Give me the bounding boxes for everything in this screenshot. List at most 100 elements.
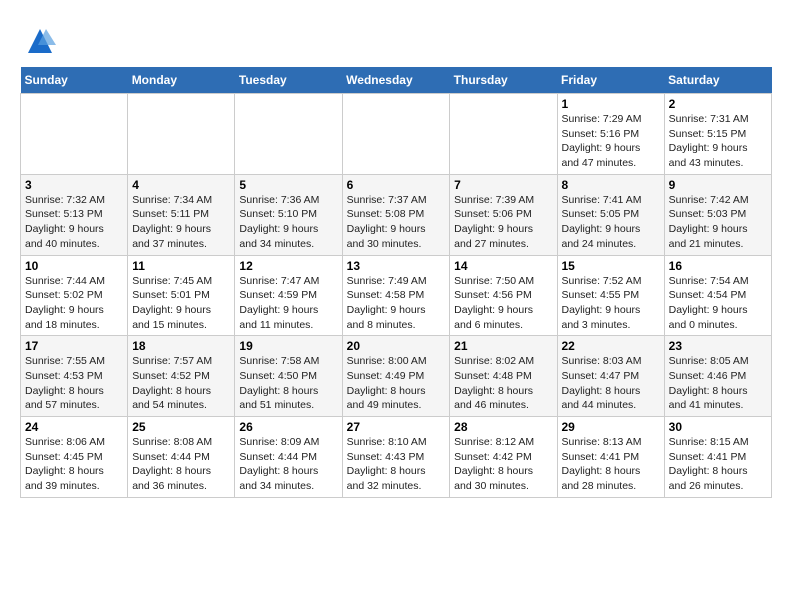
calendar-cell: 2 Sunrise: 7:31 AM Sunset: 5:15 PM Daylig…	[664, 94, 771, 175]
calendar-header-row: SundayMondayTuesdayWednesdayThursdayFrid…	[21, 67, 772, 94]
day-info: Sunrise: 8:02 AM Sunset: 4:48 PM Dayligh…	[454, 355, 534, 411]
calendar-cell: 23 Sunrise: 8:05 AM Sunset: 4:46 PM Dayli…	[664, 336, 771, 417]
weekday-header-wednesday: Wednesday	[342, 67, 450, 94]
day-number: 23	[669, 339, 767, 353]
day-number: 8	[562, 178, 660, 192]
day-number: 22	[562, 339, 660, 353]
calendar-cell	[235, 94, 342, 175]
calendar-cell: 21 Sunrise: 8:02 AM Sunset: 4:48 PM Dayli…	[450, 336, 557, 417]
weekday-header-saturday: Saturday	[664, 67, 771, 94]
day-number: 4	[132, 178, 230, 192]
day-info: Sunrise: 7:41 AM Sunset: 5:05 PM Dayligh…	[562, 194, 642, 250]
calendar-cell: 28 Sunrise: 8:12 AM Sunset: 4:42 PM Dayli…	[450, 417, 557, 498]
calendar-cell: 10Sunrise: 7:44 AM Sunset: 5:02 PM Dayli…	[21, 255, 128, 336]
day-number: 9	[669, 178, 767, 192]
calendar-cell: 18Sunrise: 7:57 AM Sunset: 4:52 PM Dayli…	[128, 336, 235, 417]
day-number: 5	[239, 178, 337, 192]
weekday-header-friday: Friday	[557, 67, 664, 94]
calendar-cell: 1 Sunrise: 7:29 AM Sunset: 5:16 PM Daylig…	[557, 94, 664, 175]
calendar-cell: 14 Sunrise: 7:50 AM Sunset: 4:56 PM Dayli…	[450, 255, 557, 336]
day-number: 28	[454, 420, 552, 434]
calendar-cell	[128, 94, 235, 175]
day-number: 20	[347, 339, 446, 353]
day-number: 19	[239, 339, 337, 353]
day-info: Sunrise: 8:00 AM Sunset: 4:49 PM Dayligh…	[347, 355, 427, 411]
weekday-header-sunday: Sunday	[21, 67, 128, 94]
calendar-cell: 22 Sunrise: 8:03 AM Sunset: 4:47 PM Dayli…	[557, 336, 664, 417]
day-info: Sunrise: 7:45 AM Sunset: 5:01 PM Dayligh…	[132, 275, 212, 331]
day-number: 26	[239, 420, 337, 434]
day-number: 18	[132, 339, 230, 353]
calendar-cell: 15 Sunrise: 7:52 AM Sunset: 4:55 PM Dayli…	[557, 255, 664, 336]
calendar-cell: 4 Sunrise: 7:34 AM Sunset: 5:11 PM Daylig…	[128, 174, 235, 255]
day-number: 11	[132, 259, 230, 273]
calendar-cell	[450, 94, 557, 175]
day-number: 17	[25, 339, 123, 353]
day-info: Sunrise: 7:37 AM Sunset: 5:08 PM Dayligh…	[347, 194, 427, 250]
calendar-cell	[342, 94, 450, 175]
day-info: Sunrise: 7:50 AM Sunset: 4:56 PM Dayligh…	[454, 275, 534, 331]
day-number: 30	[669, 420, 767, 434]
day-number: 2	[669, 97, 767, 111]
calendar-week-row: 3 Sunrise: 7:32 AM Sunset: 5:13 PM Daylig…	[21, 174, 772, 255]
day-number: 15	[562, 259, 660, 273]
logo-icon	[24, 25, 56, 57]
day-number: 12	[239, 259, 337, 273]
calendar-cell: 8 Sunrise: 7:41 AM Sunset: 5:05 PM Daylig…	[557, 174, 664, 255]
calendar-table: SundayMondayTuesdayWednesdayThursdayFrid…	[20, 67, 772, 498]
calendar-cell: 16 Sunrise: 7:54 AM Sunset: 4:54 PM Dayli…	[664, 255, 771, 336]
calendar-cell: 11 Sunrise: 7:45 AM Sunset: 5:01 PM Dayli…	[128, 255, 235, 336]
calendar-cell: 20 Sunrise: 8:00 AM Sunset: 4:49 PM Dayli…	[342, 336, 450, 417]
day-info: Sunrise: 7:55 AM Sunset: 4:53 PM Dayligh…	[25, 355, 105, 411]
calendar-cell: 27 Sunrise: 8:10 AM Sunset: 4:43 PM Dayli…	[342, 417, 450, 498]
day-info: Sunrise: 7:36 AM Sunset: 5:10 PM Dayligh…	[239, 194, 319, 250]
day-number: 10	[25, 259, 123, 273]
day-info: Sunrise: 7:34 AM Sunset: 5:11 PM Dayligh…	[132, 194, 212, 250]
day-info: Sunrise: 7:32 AM Sunset: 5:13 PM Dayligh…	[25, 194, 105, 250]
calendar-week-row: 1 Sunrise: 7:29 AM Sunset: 5:16 PM Daylig…	[21, 94, 772, 175]
weekday-header-monday: Monday	[128, 67, 235, 94]
weekday-header-tuesday: Tuesday	[235, 67, 342, 94]
calendar-week-row: 17 Sunrise: 7:55 AM Sunset: 4:53 PM Dayli…	[21, 336, 772, 417]
day-number: 13	[347, 259, 446, 273]
weekday-header-thursday: Thursday	[450, 67, 557, 94]
day-info: Sunrise: 8:06 AM Sunset: 4:45 PM Dayligh…	[25, 436, 105, 492]
day-number: 24	[25, 420, 123, 434]
day-info: Sunrise: 8:03 AM Sunset: 4:47 PM Dayligh…	[562, 355, 642, 411]
day-info: Sunrise: 8:09 AM Sunset: 4:44 PM Dayligh…	[239, 436, 319, 492]
day-number: 29	[562, 420, 660, 434]
calendar-cell: 26 Sunrise: 8:09 AM Sunset: 4:44 PM Dayli…	[235, 417, 342, 498]
calendar-cell: 25 Sunrise: 8:08 AM Sunset: 4:44 PM Dayli…	[128, 417, 235, 498]
day-info: Sunrise: 7:39 AM Sunset: 5:06 PM Dayligh…	[454, 194, 534, 250]
calendar-cell	[21, 94, 128, 175]
day-info: Sunrise: 8:13 AM Sunset: 4:41 PM Dayligh…	[562, 436, 642, 492]
day-info: Sunrise: 8:12 AM Sunset: 4:42 PM Dayligh…	[454, 436, 534, 492]
calendar-cell: 12 Sunrise: 7:47 AM Sunset: 4:59 PM Dayli…	[235, 255, 342, 336]
day-info: Sunrise: 7:58 AM Sunset: 4:50 PM Dayligh…	[239, 355, 319, 411]
day-info: Sunrise: 7:47 AM Sunset: 4:59 PM Dayligh…	[239, 275, 319, 331]
calendar-cell: 24 Sunrise: 8:06 AM Sunset: 4:45 PM Dayli…	[21, 417, 128, 498]
day-info: Sunrise: 8:05 AM Sunset: 4:46 PM Dayligh…	[669, 355, 749, 411]
day-number: 21	[454, 339, 552, 353]
day-number: 27	[347, 420, 446, 434]
day-number: 25	[132, 420, 230, 434]
day-number: 14	[454, 259, 552, 273]
calendar-cell: 19 Sunrise: 7:58 AM Sunset: 4:50 PM Dayli…	[235, 336, 342, 417]
calendar-cell: 7Sunrise: 7:39 AM Sunset: 5:06 PM Daylig…	[450, 174, 557, 255]
day-number: 6	[347, 178, 446, 192]
calendar-week-row: 10Sunrise: 7:44 AM Sunset: 5:02 PM Dayli…	[21, 255, 772, 336]
calendar-cell: 13Sunrise: 7:49 AM Sunset: 4:58 PM Dayli…	[342, 255, 450, 336]
day-info: Sunrise: 7:31 AM Sunset: 5:15 PM Dayligh…	[669, 113, 749, 169]
day-info: Sunrise: 7:52 AM Sunset: 4:55 PM Dayligh…	[562, 275, 642, 331]
logo	[20, 25, 56, 57]
day-info: Sunrise: 8:10 AM Sunset: 4:43 PM Dayligh…	[347, 436, 427, 492]
day-number: 3	[25, 178, 123, 192]
calendar-cell: 3 Sunrise: 7:32 AM Sunset: 5:13 PM Daylig…	[21, 174, 128, 255]
day-number: 1	[562, 97, 660, 111]
day-info: Sunrise: 7:54 AM Sunset: 4:54 PM Dayligh…	[669, 275, 749, 331]
calendar-cell: 6 Sunrise: 7:37 AM Sunset: 5:08 PM Daylig…	[342, 174, 450, 255]
day-number: 16	[669, 259, 767, 273]
day-info: Sunrise: 7:29 AM Sunset: 5:16 PM Dayligh…	[562, 113, 642, 169]
day-info: Sunrise: 8:08 AM Sunset: 4:44 PM Dayligh…	[132, 436, 212, 492]
calendar-cell: 9Sunrise: 7:42 AM Sunset: 5:03 PM Daylig…	[664, 174, 771, 255]
